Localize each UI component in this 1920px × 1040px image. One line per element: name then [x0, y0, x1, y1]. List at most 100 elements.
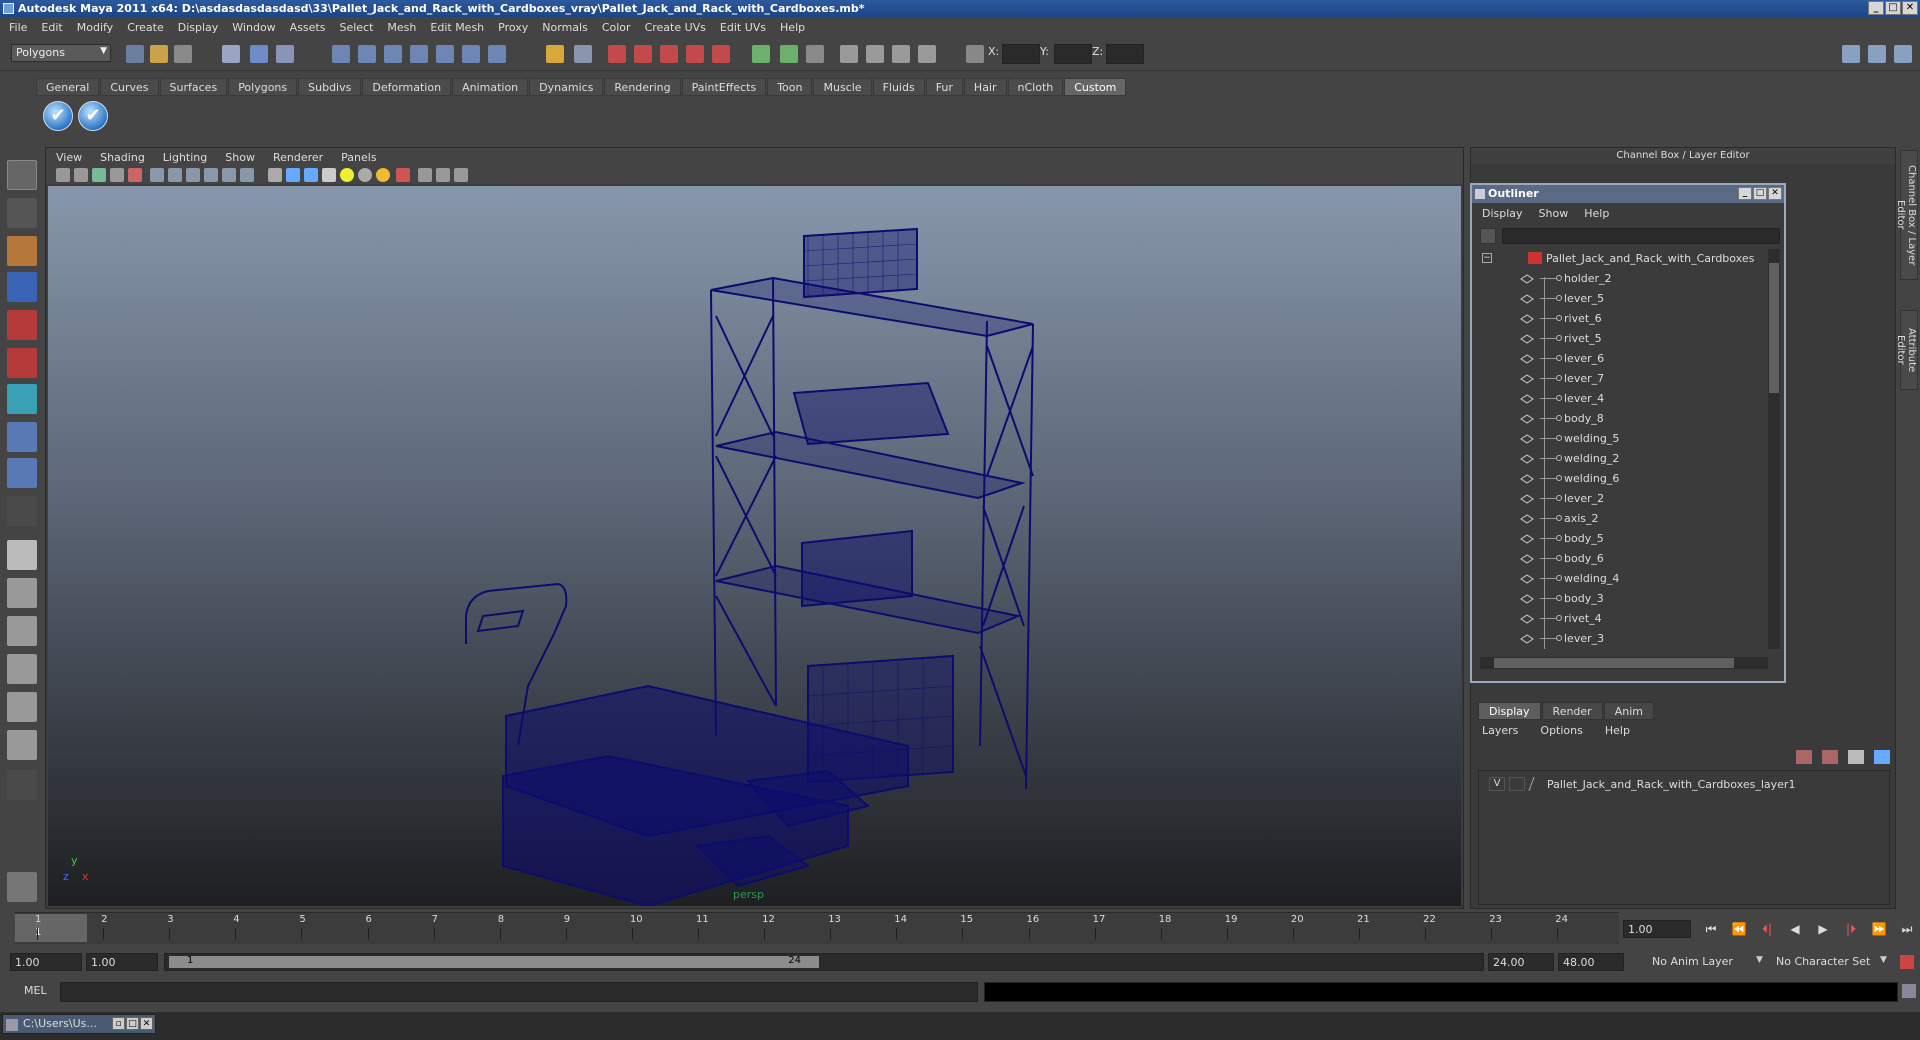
textured-icon[interactable] [322, 168, 336, 182]
menu-mesh[interactable]: Mesh [387, 21, 416, 34]
side-tab-attribute-editor[interactable]: Attribute Editor [1895, 310, 1918, 390]
layout-options-icon[interactable] [7, 770, 37, 800]
xray-icon[interactable] [418, 168, 432, 182]
shelf-tab-muscle[interactable]: Muscle [813, 78, 872, 96]
layer-menu-options[interactable]: Options [1534, 724, 1582, 737]
select-component-icon[interactable] [276, 45, 294, 63]
shelf-tab-subdivs[interactable]: Subdivs [298, 78, 362, 96]
persp-outliner-layout-icon[interactable] [7, 616, 37, 646]
make-live-icon[interactable] [436, 45, 454, 63]
menu-proxy[interactable]: Proxy [498, 21, 528, 34]
current-frame-marker[interactable]: 1 [15, 914, 87, 942]
snap-view-plane-icon[interactable] [410, 45, 428, 63]
isolate-select-icon[interactable] [396, 168, 410, 182]
persp-graph-layout-icon[interactable] [7, 654, 37, 684]
persp-hypershade-layout-icon[interactable] [7, 692, 37, 722]
outliner-menu-help[interactable]: Help [1584, 207, 1609, 220]
history-icon[interactable] [462, 45, 480, 63]
maximize-icon[interactable]: □ [126, 1017, 139, 1030]
minimize-button[interactable]: _ [1868, 1, 1884, 15]
outliner-item[interactable]: lever_6 [1474, 349, 1766, 369]
maximize-button[interactable]: □ [1885, 1, 1901, 15]
menu-modify[interactable]: Modify [77, 21, 113, 34]
new-layer-selected-icon[interactable] [1874, 750, 1890, 764]
shelf-tab-fur[interactable]: Fur [925, 78, 963, 96]
paint-select-tool-icon[interactable] [7, 236, 37, 266]
shelf-tab-polygons[interactable]: Polygons [228, 78, 298, 96]
shelf-tab-dynamics[interactable]: Dynamics [529, 78, 604, 96]
play-backwards-icon[interactable]: ◀ [1784, 920, 1806, 938]
save-scene-icon[interactable] [174, 45, 192, 63]
share-icon[interactable] [454, 168, 468, 182]
outliner-filter-icon[interactable] [1480, 228, 1496, 244]
select-camera-icon[interactable] [56, 168, 70, 182]
new-scene-icon[interactable] [126, 45, 144, 63]
go-to-start-icon[interactable]: ⏮ [1700, 920, 1722, 938]
y-field[interactable] [1054, 44, 1092, 64]
step-back-frame-icon[interactable]: ⏴| [1756, 920, 1778, 938]
outliner-item[interactable]: lever_7 [1474, 369, 1766, 389]
outliner-item[interactable]: lever_2 [1474, 489, 1766, 509]
outliner-menu-show[interactable]: Show [1539, 207, 1569, 220]
character-set-dropdown[interactable]: No Character Set [1772, 953, 1882, 971]
menu-set-select[interactable]: Polygons ▼ [11, 44, 111, 62]
tool-settings-toggle-icon[interactable] [1894, 45, 1912, 63]
layer-playback-toggle[interactable] [1509, 777, 1525, 791]
range-bar[interactable]: 1 24 [169, 955, 819, 968]
layer-row[interactable]: V Pallet_Jack_and_Rack_with_Cardboxes_la… [1479, 775, 1889, 793]
mel-label[interactable]: MEL [24, 984, 47, 997]
outliner-item[interactable]: body_6 [1474, 549, 1766, 569]
outliner-maximize-button[interactable]: □ [1753, 187, 1767, 200]
snap-grid-icon[interactable] [332, 45, 350, 63]
single-pane-layout-icon[interactable] [7, 540, 37, 570]
scale-tool-icon[interactable] [7, 348, 37, 378]
step-forward-frame-icon[interactable]: |⏵ [1840, 920, 1862, 938]
manipulator-tool-icon[interactable] [7, 384, 37, 414]
go-to-end-icon[interactable]: ⏭ [1896, 920, 1918, 938]
menu-create-uvs[interactable]: Create UVs [645, 21, 706, 34]
resolution-gate-icon[interactable] [168, 168, 182, 182]
input-ops-icon[interactable] [574, 45, 592, 63]
layer-visibility-toggle[interactable]: V [1489, 777, 1505, 791]
menu-help[interactable]: Help [780, 21, 805, 34]
step-forward-key-icon[interactable]: ⏩ [1868, 920, 1890, 938]
outliner-item[interactable]: holder_2 [1474, 269, 1766, 289]
outliner-search-input[interactable] [1502, 228, 1780, 244]
outliner-menu-display[interactable]: Display [1482, 207, 1523, 220]
image-plane-icon[interactable] [110, 168, 124, 182]
collapse-icon[interactable]: − [1482, 253, 1492, 263]
select-tool-icon[interactable] [7, 160, 37, 190]
layer-menu-layers[interactable]: Layers [1476, 724, 1518, 737]
mel-command-input[interactable] [60, 982, 978, 1002]
snap-curve-icon[interactable] [358, 45, 376, 63]
lasso-tool-icon[interactable] [7, 198, 37, 228]
outliner-item[interactable]: lever_5 [1474, 289, 1766, 309]
z-field[interactable] [1106, 44, 1144, 64]
render-settings-icon[interactable] [660, 45, 678, 63]
auto-key-icon[interactable] [1900, 955, 1914, 969]
menu-create[interactable]: Create [127, 21, 164, 34]
script-editor-icon[interactable] [7, 872, 37, 902]
custom-check-icon-2[interactable]: ✔ [78, 101, 108, 131]
menu-window[interactable]: Window [232, 21, 275, 34]
new-layer-icon[interactable] [1848, 750, 1864, 764]
wireframe-icon[interactable] [268, 168, 282, 182]
shadows-icon[interactable] [376, 168, 390, 182]
layer-tab-display[interactable]: Display [1478, 702, 1541, 720]
panel-menu-shading[interactable]: Shading [100, 151, 145, 164]
panel-menu-show[interactable]: Show [225, 151, 255, 164]
shelf-tab-rendering[interactable]: Rendering [604, 78, 681, 96]
menu-edit-uvs[interactable]: Edit UVs [720, 21, 766, 34]
outliner-item[interactable]: rivet_4 [1474, 609, 1766, 629]
menu-edit[interactable]: Edit [41, 21, 62, 34]
outliner-scroll-thumb[interactable] [1769, 263, 1779, 393]
outliner-item[interactable]: lever_3 [1474, 629, 1766, 649]
menu-color[interactable]: Color [602, 21, 631, 34]
outliner-toggle-icon[interactable] [806, 45, 824, 63]
menu-select[interactable]: Select [339, 21, 373, 34]
wireframe-on-shaded-icon[interactable] [304, 168, 318, 182]
move-tool-icon[interactable] [7, 272, 37, 302]
outliner-horizontal-scrollbar[interactable] [1480, 657, 1768, 669]
all-lights-icon[interactable] [358, 168, 372, 182]
camera-icon[interactable] [840, 45, 858, 63]
